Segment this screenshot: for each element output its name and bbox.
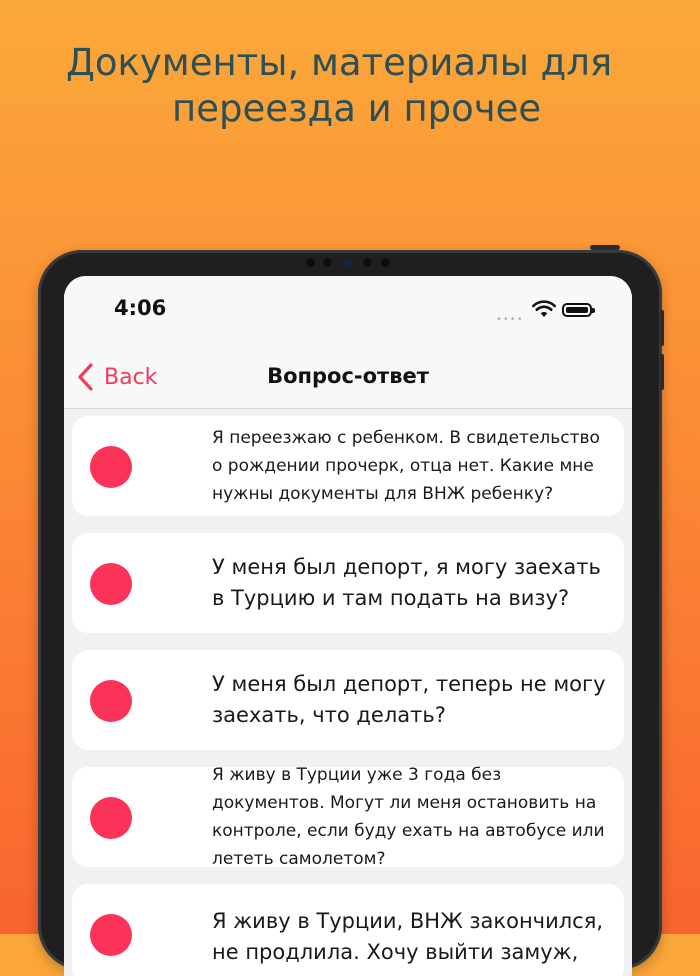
device-volume-down: [660, 354, 664, 390]
camera-lens: [343, 258, 352, 267]
navigation-bar: 4:06 •••• Back Вопрос-ответ: [64, 276, 632, 409]
list-item-text: Я переезжаю с ребенком. В свидетельство …: [212, 428, 600, 504]
list-item-text: Я живу в Турции уже 3 года без документо…: [212, 765, 605, 869]
list-item-text: Я живу в Турции, ВНЖ закончился, не прод…: [212, 909, 604, 976]
list-item[interactable]: У меня был депорт, я могу заехать в Турц…: [72, 533, 624, 633]
list-item-text: У меня был депорт, я могу заехать в Турц…: [212, 555, 601, 610]
list-item-text: У меня был депорт, теперь не могу заехат…: [212, 672, 606, 727]
bullet-dot-icon: [90, 797, 132, 839]
headline-line-2: переезда и прочее: [172, 87, 542, 130]
list-item[interactable]: Я живу в Турции уже 3 года без документо…: [72, 765, 624, 869]
app-screen: 4:06 •••• Back Вопрос-ответ Я переезжаю …: [64, 276, 632, 976]
headline-line-1: Документы, материалы для: [66, 41, 613, 84]
bullet-dot-icon: [90, 914, 132, 956]
list-item[interactable]: Я переезжаю с ребенком. В свидетельство …: [72, 416, 624, 516]
list-item[interactable]: У меня был депорт, теперь не могу заехат…: [72, 650, 624, 750]
status-icons: ••••: [496, 300, 606, 325]
bullet-dot-icon: [90, 680, 132, 722]
status-time: 4:06: [114, 296, 167, 320]
bullet-dot-icon: [90, 446, 132, 488]
sensor-dot: [381, 258, 390, 267]
sensor-dot: [323, 258, 332, 267]
battery-icon: [562, 303, 595, 317]
device-volume-up: [660, 310, 664, 346]
device-top-button: [590, 245, 620, 250]
sensor-dot: [306, 258, 315, 267]
list-item[interactable]: Я живу в Турции, ВНЖ закончился, не прод…: [72, 884, 624, 976]
wifi-icon: [532, 300, 556, 317]
page-title: Вопрос-ответ: [267, 364, 429, 388]
bullet-dot-icon: [90, 563, 132, 605]
sensor-dot: [363, 258, 372, 267]
signal-dots-icon: ••••: [496, 314, 524, 325]
